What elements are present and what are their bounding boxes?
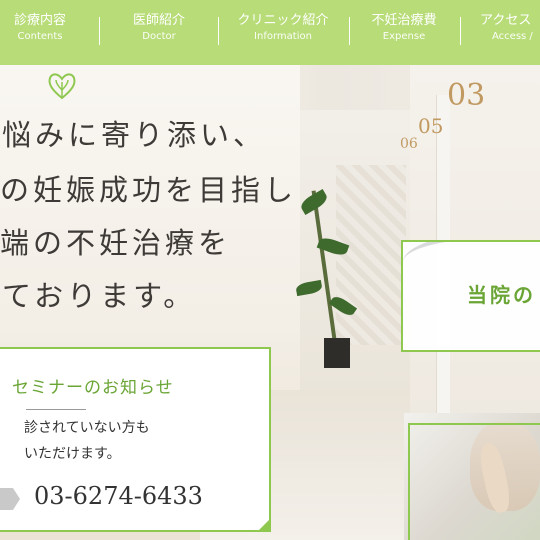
room-number: 03 [447, 78, 486, 113]
nav-item-sublabel: Access / [492, 31, 533, 42]
nav-item-label: 医師紹介 [132, 13, 185, 28]
nav-item-sublabel: Expense [382, 31, 426, 42]
nav-item-label: 診療内容 [13, 13, 66, 28]
room-number: 05 [418, 114, 444, 138]
nav-item-doctor[interactable]: 医師紹介 Doctor [120, 12, 198, 44]
nav-item-sublabel: Doctor [142, 31, 176, 42]
phone-tag-icon [0, 488, 20, 510]
patient-photo-card[interactable] [404, 413, 540, 540]
seminar-card[interactable]: セミナーのお知らせ 診されていない方も いただけます。 03-6274-6433 [0, 347, 271, 532]
nav-divider [218, 17, 219, 45]
clinic-feature-card[interactable]: 当院の [401, 240, 540, 352]
nav-item-contents[interactable]: 診療内容 Contents [0, 12, 80, 44]
nav-divider [460, 17, 461, 45]
divider [26, 409, 86, 410]
nav-item-sublabel: Information [254, 31, 312, 42]
nav-item-sublabel: Contents [17, 31, 63, 42]
nav-item-information[interactable]: クリニック紹介 Information [232, 12, 334, 44]
nav-item-label: 不妊治療費 [371, 13, 437, 28]
leaf-heart-icon[interactable] [46, 70, 78, 100]
hero-headline-line: の妊娠成功を目指し [0, 173, 298, 207]
hero-headline-line: ております。 [2, 279, 197, 313]
clinic-card-label: 当院の [467, 283, 536, 307]
nav-item-label: アクセス [480, 13, 532, 28]
card-frame [408, 423, 540, 540]
seminar-description: いただけます。 [24, 446, 121, 462]
seminar-description: 診されていない方も [24, 420, 150, 436]
nav-item-expense[interactable]: 不妊治療費 Expense [362, 12, 446, 44]
nav-item-label: クリニック紹介 [237, 13, 329, 28]
nav-divider [99, 17, 100, 45]
phone-number-link[interactable]: 03-6274-6433 [34, 482, 203, 510]
nav-item-access[interactable]: アクセス Access / [480, 12, 540, 44]
hero-headline-line: 端の不妊治療を [0, 226, 232, 260]
global-nav: 診療内容 Contents 医師紹介 Doctor クリニック紹介 Inform… [0, 0, 540, 65]
nav-divider [349, 17, 350, 45]
wall-art-panel [336, 165, 406, 345]
room-number: 06 [400, 136, 418, 152]
plant-pot [324, 338, 350, 368]
card-corner-accent [257, 518, 271, 532]
seminar-title: セミナーのお知らせ [12, 378, 174, 398]
hero-headline-line: 悩みに寄り添い、 [2, 118, 267, 152]
